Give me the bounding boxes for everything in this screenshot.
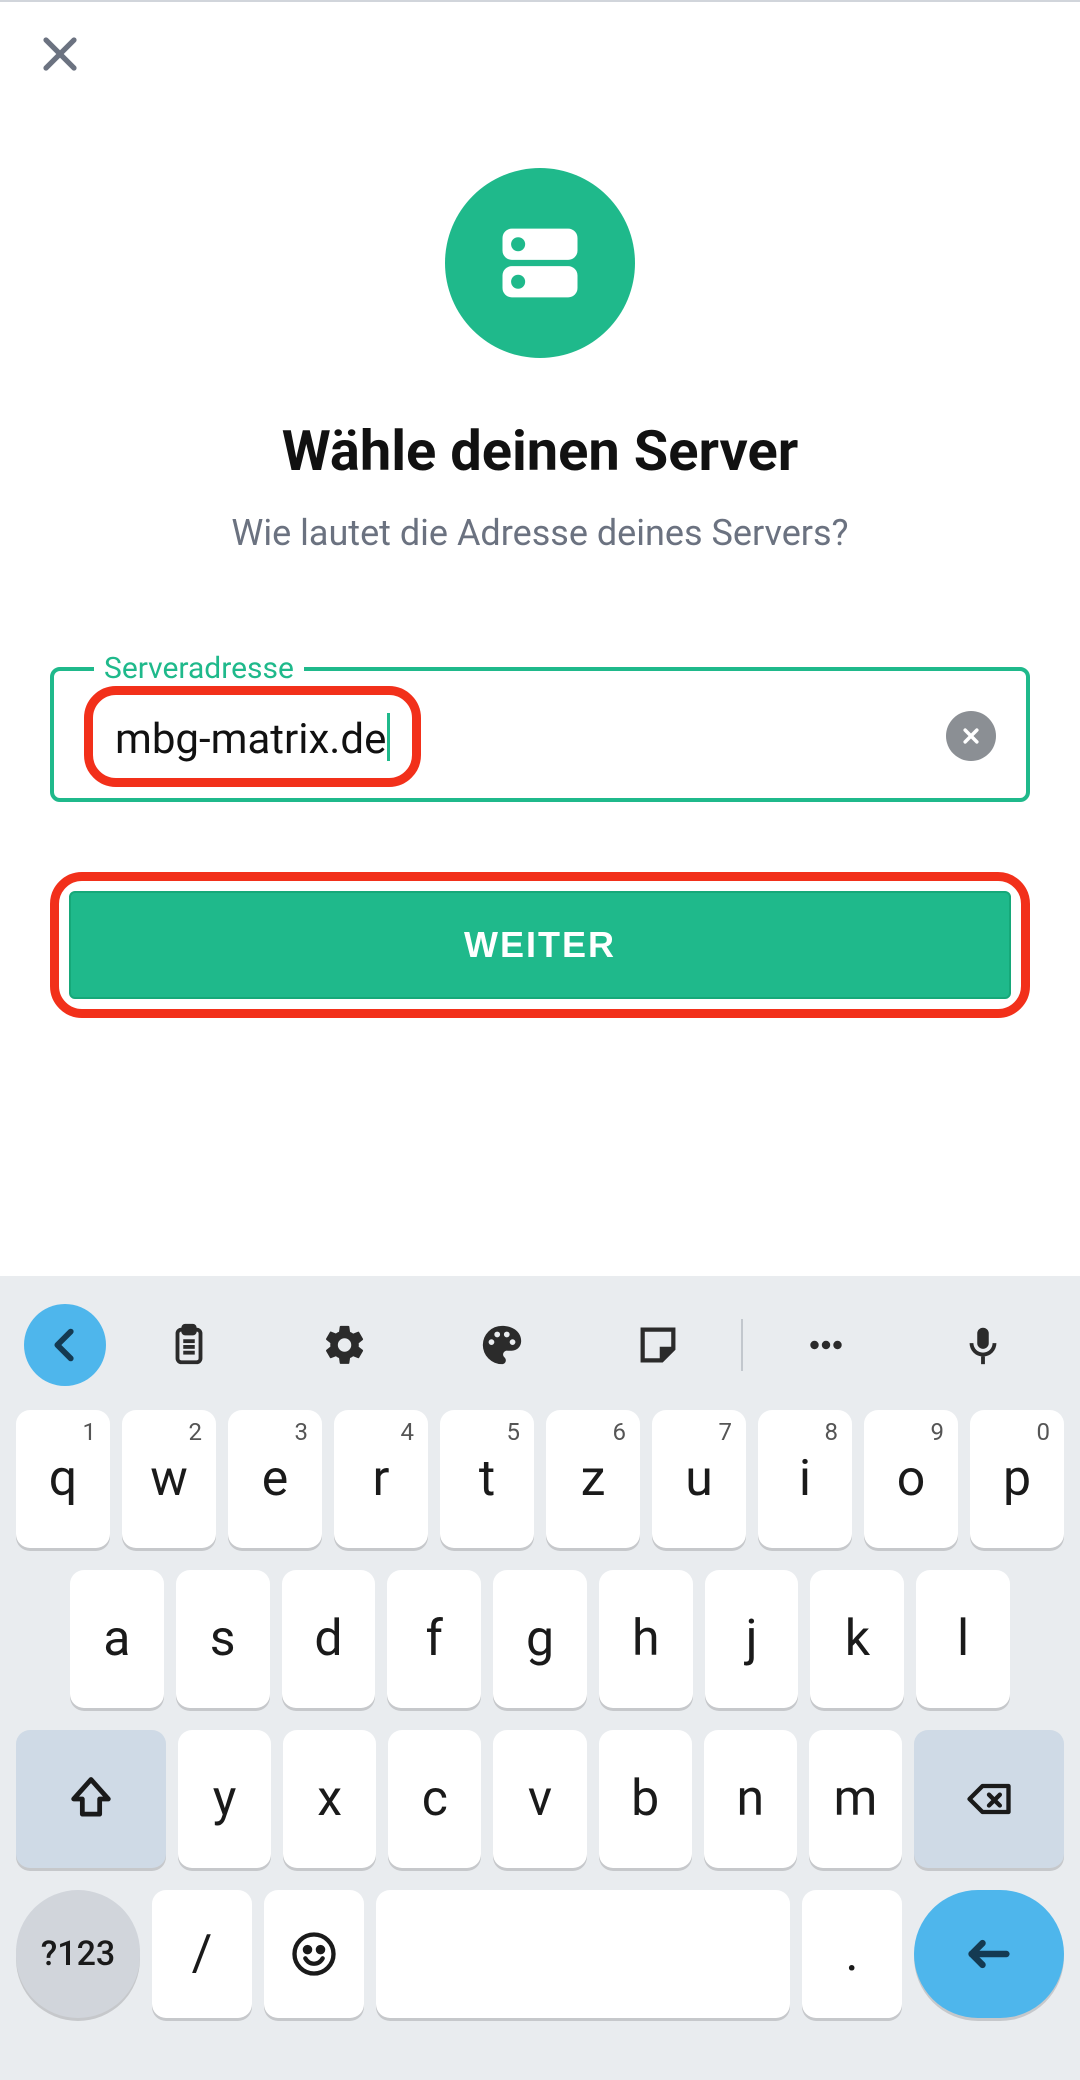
key-k[interactable]: k xyxy=(810,1570,904,1708)
page-title: Wähle deinen Server xyxy=(282,418,798,484)
key-n[interactable]: n xyxy=(704,1730,797,1868)
key-sup: 1 xyxy=(83,1418,97,1446)
key-h[interactable]: h xyxy=(599,1570,693,1708)
symbols-key[interactable]: ?123 xyxy=(16,1890,140,2018)
key-sup: 0 xyxy=(1037,1418,1051,1446)
key-sup: 5 xyxy=(507,1418,521,1446)
key-j[interactable]: j xyxy=(705,1570,799,1708)
key-f[interactable]: f xyxy=(387,1570,481,1708)
key-sup: 4 xyxy=(401,1418,415,1446)
key-sup: 3 xyxy=(295,1418,309,1446)
key-d[interactable]: d xyxy=(282,1570,376,1708)
key-sup: 9 xyxy=(931,1418,945,1446)
key-s[interactable]: s xyxy=(176,1570,270,1708)
key-m[interactable]: m xyxy=(809,1730,902,1868)
sticker-icon[interactable] xyxy=(585,1306,731,1384)
key-c[interactable]: c xyxy=(388,1730,481,1868)
clear-input-button[interactable] xyxy=(946,711,996,761)
on-screen-keyboard: q1w2e3r4t5z6u7i8o9p0 asdfghjkl yxcvbnm xyxy=(0,1276,1080,2080)
key-w[interactable]: w2 xyxy=(122,1410,216,1548)
key-a[interactable]: a xyxy=(70,1570,164,1708)
settings-gear-icon[interactable] xyxy=(272,1306,418,1384)
key-b[interactable]: b xyxy=(599,1730,692,1868)
server-address-label: Serveradresse xyxy=(94,654,304,684)
key-r[interactable]: r4 xyxy=(334,1410,428,1548)
close-button[interactable] xyxy=(36,30,84,78)
mic-icon[interactable] xyxy=(910,1306,1056,1384)
key-o[interactable]: o9 xyxy=(864,1410,958,1548)
key-p[interactable]: p0 xyxy=(970,1410,1064,1548)
key-y[interactable]: y xyxy=(178,1730,271,1868)
text-caret xyxy=(387,713,390,761)
shift-key[interactable] xyxy=(16,1730,166,1868)
continue-button[interactable]: WEITER xyxy=(69,891,1011,999)
server-address-value-highlight: mbg-matrix.de xyxy=(84,686,421,787)
key-z[interactable]: z6 xyxy=(546,1410,640,1548)
server-address-field[interactable]: Serveradresse mbg-matrix.de xyxy=(50,654,1030,802)
key-t[interactable]: t5 xyxy=(440,1410,534,1548)
key-sup: 6 xyxy=(613,1418,627,1446)
server-icon xyxy=(445,168,635,358)
emoji-key[interactable] xyxy=(264,1890,364,2018)
palette-icon[interactable] xyxy=(429,1306,575,1384)
page-subtitle: Wie lautet die Adresse deines Servers? xyxy=(231,512,848,554)
keyboard-back-button[interactable] xyxy=(24,1304,106,1386)
server-address-value[interactable]: mbg-matrix.de xyxy=(115,715,386,764)
continue-button-highlight: WEITER xyxy=(50,872,1030,1018)
space-key[interactable] xyxy=(376,1890,790,2018)
clipboard-icon[interactable] xyxy=(116,1306,262,1384)
key-u[interactable]: u7 xyxy=(652,1410,746,1548)
enter-key[interactable] xyxy=(914,1890,1064,2018)
key-l[interactable]: l xyxy=(916,1570,1010,1708)
slash-key[interactable]: / xyxy=(152,1890,252,2018)
key-sup: 2 xyxy=(189,1418,203,1446)
key-v[interactable]: v xyxy=(493,1730,586,1868)
key-x[interactable]: x xyxy=(283,1730,376,1868)
key-sup: 7 xyxy=(719,1418,733,1446)
key-i[interactable]: i8 xyxy=(758,1410,852,1548)
key-g[interactable]: g xyxy=(493,1570,587,1708)
key-e[interactable]: e3 xyxy=(228,1410,322,1548)
more-icon[interactable] xyxy=(753,1306,899,1384)
backspace-key[interactable] xyxy=(914,1730,1064,1868)
period-key[interactable]: . xyxy=(802,1890,902,2018)
key-sup: 8 xyxy=(825,1418,839,1446)
key-q[interactable]: q1 xyxy=(16,1410,110,1548)
toolbar-separator xyxy=(741,1319,743,1371)
